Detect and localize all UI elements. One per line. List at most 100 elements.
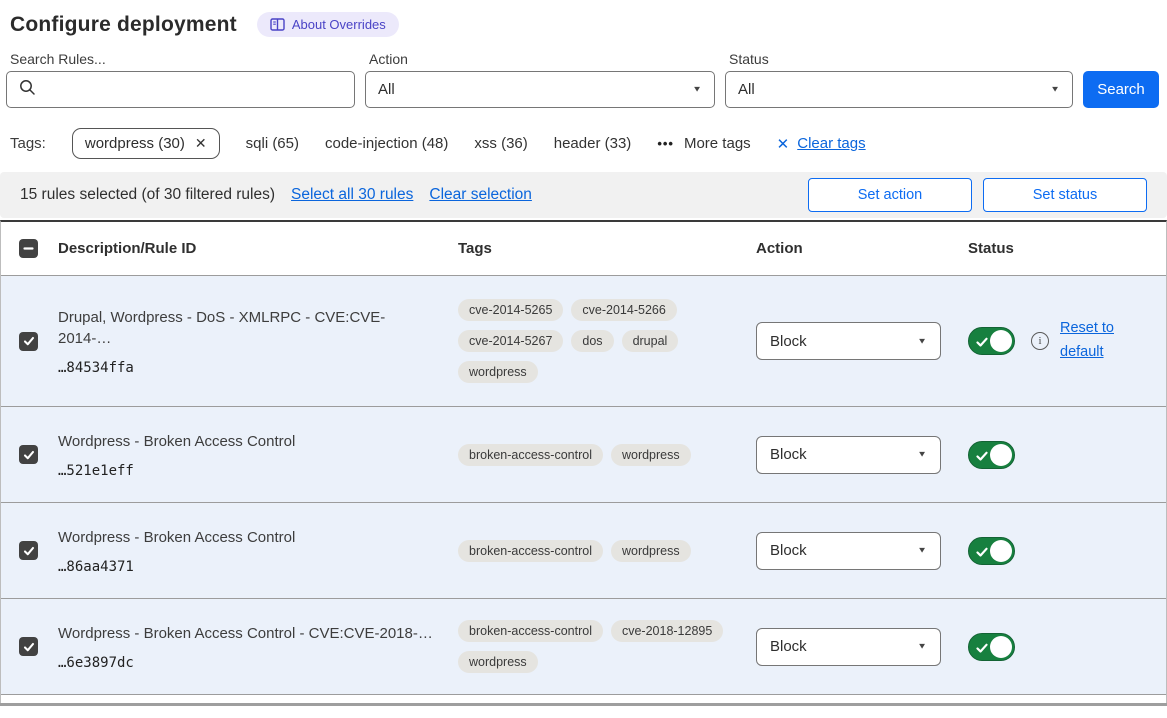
rule-tag: wordpress [611,540,691,562]
rule-action-cell: Block ▼ [756,436,956,474]
bottom-divider [0,703,1167,706]
status-toggle-on[interactable] [968,633,1015,661]
clear-selection-link[interactable]: Clear selection [429,186,532,204]
toggle-knob [990,444,1012,466]
book-icon [270,18,285,31]
check-icon [976,545,988,563]
column-header-tags: Tags [458,240,756,257]
rule-tag: broken-access-control [458,540,603,562]
rule-description: Wordpress - Broken Access Control [58,431,458,452]
search-label: Search Rules... [10,51,355,67]
rule-description: Drupal, Wordpress - DoS - XMLRPC - CVE:C… [58,307,458,349]
clear-tags-link[interactable]: ✕ Clear tags [777,135,866,153]
reset-to-default-link[interactable]: Reset to default [1060,317,1122,365]
rule-id: …521e1eff [58,463,458,479]
row-checkbox-checked[interactable] [19,445,38,464]
row-checkbox-checked[interactable] [19,541,38,560]
rule-description: Wordpress - Broken Access Control [58,527,458,548]
rule-status-cell [956,441,1166,469]
tag-option-code-injection[interactable]: code-injection (48) [325,135,448,152]
rule-tag: broken-access-control [458,444,603,466]
search-button[interactable]: Search [1083,71,1159,108]
rule-action-cell: Block ▼ [756,532,956,570]
table-row: Drupal, Wordpress - DoS - XMLRPC - CVE:C… [1,276,1166,407]
row-checkbox-cell [1,332,58,351]
row-checkbox-checked[interactable] [19,332,38,351]
selected-tag-chip[interactable]: wordpress (30) ✕ [72,128,220,159]
about-overrides-label: About Overrides [292,17,386,32]
action-filter-label: Action [369,51,715,67]
action-select[interactable]: Block ▼ [756,322,941,360]
action-filter-field: Action All ▼ [365,51,715,108]
ellipsis-icon: ••• [657,136,674,151]
action-select-value: Block [770,333,807,350]
action-filter-select[interactable]: All ▼ [365,71,715,108]
column-header-status: Status [956,240,1166,257]
toggle-knob [990,540,1012,562]
chevron-down-icon: ▼ [917,450,927,459]
rule-id: …84534ffa [58,360,458,376]
selected-tag-label: wordpress (30) [85,135,185,152]
action-filter-value: All [378,81,395,98]
select-all-checkbox-indeterminate[interactable] [19,239,38,258]
chevron-down-icon: ▼ [917,546,927,555]
remove-tag-icon[interactable]: ✕ [195,135,207,152]
rule-tag: dos [571,330,613,352]
rule-tag: wordpress [458,361,538,383]
page-title: Configure deployment [10,13,237,37]
clear-tags-x-icon: ✕ [777,135,790,153]
rules-table: Description/Rule ID Tags Action Status D… [0,220,1167,695]
tag-option-header[interactable]: header (33) [554,135,632,152]
tag-option-xss[interactable]: xss (36) [474,135,527,152]
rule-tags-cell: cve-2014-5265 cve-2014-5266 cve-2014-526… [458,299,748,383]
chevron-down-icon: ▼ [1050,85,1060,94]
tag-option-sqli[interactable]: sqli (65) [246,135,299,152]
table-row: Wordpress - Broken Access Control - CVE:… [1,599,1166,695]
status-toggle-on[interactable] [968,537,1015,565]
search-field: Search Rules... [6,51,355,108]
check-icon [976,641,988,659]
info-icon[interactable]: i [1031,332,1049,350]
toggle-knob [990,636,1012,658]
set-action-button[interactable]: Set action [808,178,972,212]
set-status-button[interactable]: Set status [983,178,1147,212]
configure-deployment-page: Configure deployment About Overrides Sea… [0,0,1167,718]
column-header-description: Description/Rule ID [58,240,458,257]
table-row: Wordpress - Broken Access Control …521e1… [1,407,1166,503]
check-icon [976,335,988,353]
row-checkbox-cell [1,637,58,656]
more-tags-button[interactable]: ••• More tags [657,135,750,152]
rule-description-cell: Wordpress - Broken Access Control - CVE:… [58,623,458,671]
status-toggle-on[interactable] [968,327,1015,355]
row-checkbox-cell [1,541,58,560]
selection-bar: 15 rules selected (of 30 filtered rules)… [0,172,1167,218]
rule-action-cell: Block ▼ [756,322,956,360]
page-header: Configure deployment About Overrides [0,0,1167,37]
column-header-action: Action [756,240,956,257]
status-toggle-on[interactable] [968,441,1015,469]
clear-tags-label: Clear tags [797,135,865,152]
header-checkbox-cell [1,239,58,258]
row-checkbox-cell [1,445,58,464]
action-select[interactable]: Block ▼ [756,628,941,666]
action-select[interactable]: Block ▼ [756,532,941,570]
action-select-value: Block [770,638,807,655]
rule-tag: broken-access-control [458,620,603,642]
status-filter-value: All [738,81,755,98]
search-input[interactable] [6,71,355,108]
action-select[interactable]: Block ▼ [756,436,941,474]
rule-tags-cell: broken-access-control wordpress [458,444,748,466]
rule-action-cell: Block ▼ [756,628,956,666]
rule-id: …6e3897dc [58,655,458,671]
table-bottom-gap [0,695,1167,703]
rule-tag: cve-2014-5266 [571,299,676,321]
rule-tag: cve-2018-12895 [611,620,723,642]
row-checkbox-checked[interactable] [19,637,38,656]
select-all-link[interactable]: Select all 30 rules [291,186,413,204]
chevron-down-icon: ▼ [692,85,702,94]
about-overrides-badge[interactable]: About Overrides [257,12,399,37]
table-header-row: Description/Rule ID Tags Action Status [1,222,1166,276]
rule-status-cell [956,537,1166,565]
rule-tag: drupal [622,330,679,352]
status-filter-select[interactable]: All ▼ [725,71,1073,108]
